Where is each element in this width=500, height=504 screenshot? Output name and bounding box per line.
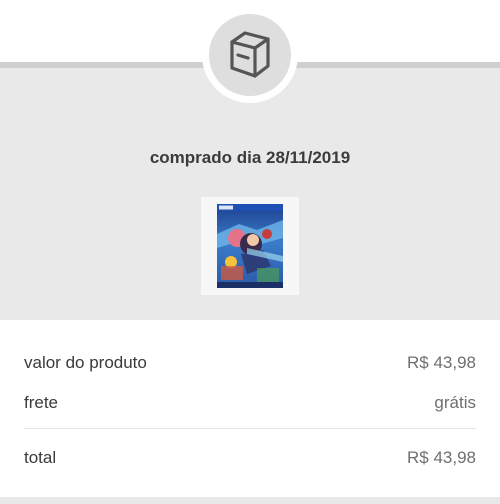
shipping-label: frete xyxy=(24,393,59,412)
total-label: total xyxy=(24,448,57,467)
product-value: R$ 43,98 xyxy=(407,353,476,372)
package-box-icon xyxy=(230,31,270,78)
summary-divider xyxy=(24,428,476,429)
product-thumbnail[interactable] xyxy=(201,197,299,295)
order-detail-screen: comprado dia 28/11/2019 valor do produto… xyxy=(0,0,500,504)
product-value-label: valor do produto xyxy=(24,353,147,372)
purchase-date: comprado dia 28/11/2019 xyxy=(149,148,351,167)
game-cover-image xyxy=(217,204,283,288)
total-value: R$ 43,98 xyxy=(407,448,476,467)
bottom-rule xyxy=(0,497,500,504)
order-status-badge xyxy=(202,7,298,103)
badge-circle xyxy=(209,14,291,96)
shipping-value: grátis xyxy=(434,393,476,412)
